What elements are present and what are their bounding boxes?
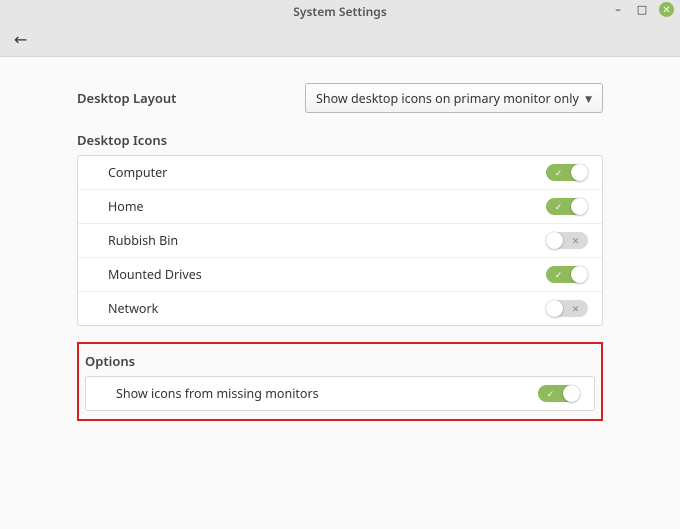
toggle-knob [546, 300, 563, 317]
titlebar: System Settings – □ ✕ [0, 0, 680, 22]
toggle-missing-monitors[interactable]: ✓ [538, 385, 580, 402]
item-label: Home [108, 198, 144, 215]
desktop-layout-dropdown[interactable]: Show desktop icons on primary monitor on… [305, 83, 603, 113]
desktop-layout-row: Desktop Layout Show desktop icons on pri… [77, 83, 603, 113]
back-button[interactable]: ← [14, 28, 27, 50]
desktop-layout-label: Desktop Layout [77, 89, 305, 107]
check-icon: ✓ [550, 198, 567, 215]
toggle-mounted-drives[interactable]: ✓ [546, 266, 588, 283]
list-item: Show icons from missing monitors ✓ [86, 377, 594, 410]
toolbar: ← [0, 22, 680, 57]
desktop-icons-list: Computer ✓ Home ✓ Rubbish Bin ✕ Mounted … [77, 155, 603, 326]
list-item: Home ✓ [78, 189, 602, 223]
item-label: Network [108, 300, 158, 317]
desktop-layout-selected: Show desktop icons on primary monitor on… [316, 90, 579, 107]
cross-icon: ✕ [567, 300, 584, 317]
minimize-button[interactable]: – [611, 3, 625, 17]
window-title: System Settings [293, 3, 386, 20]
options-highlight: Options Show icons from missing monitors… [77, 342, 603, 421]
toggle-computer[interactable]: ✓ [546, 164, 588, 181]
toggle-knob [563, 385, 580, 402]
list-item: Network ✕ [78, 291, 602, 325]
toggle-knob [571, 198, 588, 215]
check-icon: ✓ [550, 266, 567, 283]
cross-icon: ✕ [567, 232, 584, 249]
window-controls: – □ ✕ [611, 2, 674, 17]
maximize-button[interactable]: □ [635, 3, 649, 17]
toggle-knob [571, 164, 588, 181]
toggle-rubbish-bin[interactable]: ✕ [546, 232, 588, 249]
close-button[interactable]: ✕ [659, 2, 674, 17]
desktop-icons-label: Desktop Icons [77, 131, 603, 149]
toggle-knob [546, 232, 563, 249]
check-icon: ✓ [550, 164, 567, 181]
item-label: Mounted Drives [108, 266, 202, 283]
content-area: Desktop Layout Show desktop icons on pri… [0, 57, 680, 421]
toggle-knob [571, 266, 588, 283]
list-item: Rubbish Bin ✕ [78, 223, 602, 257]
toggle-network[interactable]: ✕ [546, 300, 588, 317]
chevron-down-icon: ▼ [585, 92, 592, 105]
list-item: Mounted Drives ✓ [78, 257, 602, 291]
options-label: Options [85, 352, 595, 370]
options-list: Show icons from missing monitors ✓ [85, 376, 595, 411]
item-label: Show icons from missing monitors [116, 385, 319, 402]
list-item: Computer ✓ [78, 156, 602, 189]
item-label: Computer [108, 164, 167, 181]
check-icon: ✓ [542, 385, 559, 402]
item-label: Rubbish Bin [108, 232, 178, 249]
toggle-home[interactable]: ✓ [546, 198, 588, 215]
